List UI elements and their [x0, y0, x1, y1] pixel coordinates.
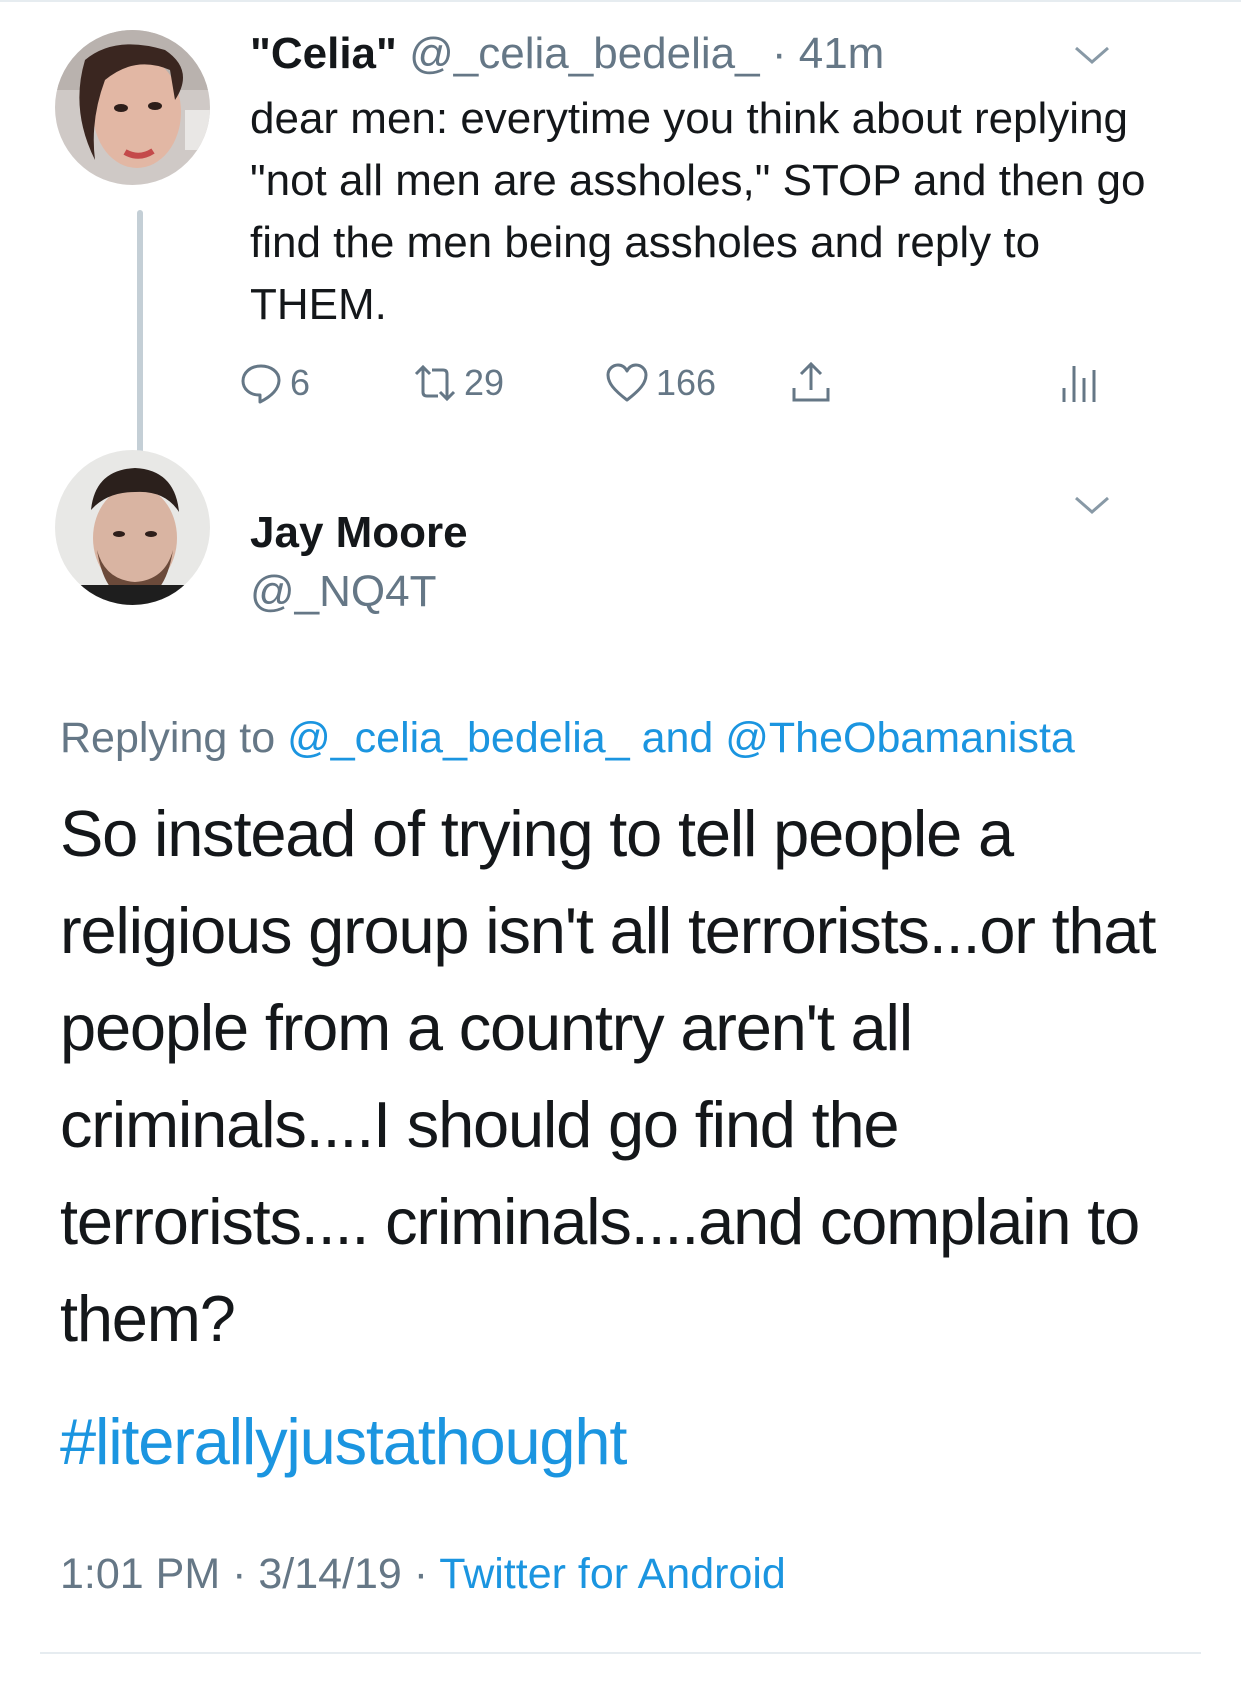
source-link[interactable]: Twitter for Android: [439, 1550, 786, 1598]
parent-separator: ·: [771, 29, 787, 78]
share-icon: [792, 361, 830, 402]
tweet-meta: 1:01 PM · 3/14/19 · Twitter for Android: [60, 1546, 786, 1602]
reply-count: 6: [290, 362, 311, 403]
reply-chevron-down-icon[interactable]: [1072, 490, 1112, 520]
tweet-date: 3/14/19: [258, 1550, 402, 1598]
analytics-icon: [1062, 366, 1096, 402]
top-divider: [0, 0, 1241, 2]
bottom-divider: [40, 1652, 1201, 1654]
replying-user-link-1[interactable]: @_celia_bedelia_: [287, 714, 630, 762]
replying-user-link-2[interactable]: @TheObamanista: [725, 714, 1075, 762]
parent-tweet-text: dear men: everytime you think about repl…: [250, 94, 1146, 329]
thread-connector-line: [137, 210, 143, 478]
meta-separator-2: ·: [413, 1550, 429, 1598]
like-count: 166: [656, 362, 717, 403]
parent-handle[interactable]: @_celia_bedelia_: [409, 29, 759, 78]
celia-avatar[interactable]: [55, 30, 210, 185]
parent-display-name[interactable]: "Celia": [250, 29, 397, 78]
retweet-count: 29: [464, 362, 505, 403]
analytics-button[interactable]: [1054, 360, 1106, 406]
share-button[interactable]: [788, 360, 840, 406]
reply-display-name[interactable]: Jay Moore: [250, 506, 468, 560]
parent-time[interactable]: 41m: [799, 29, 885, 78]
jay-avatar[interactable]: [55, 450, 210, 605]
reply-icon: [241, 364, 281, 404]
replying-and[interactable]: and: [642, 714, 714, 762]
meta-separator-1: ·: [232, 1550, 247, 1598]
hashtag-link[interactable]: #literallyjustathought: [60, 1402, 627, 1482]
replying-prefix: Replying to: [60, 714, 276, 762]
tweet-time: 1:01 PM: [60, 1550, 221, 1598]
retweet-button[interactable]: 29: [412, 360, 504, 406]
parent-action-bar: 6 29 166: [0, 360, 1241, 420]
parent-chevron-down-icon[interactable]: [1072, 40, 1112, 70]
retweet-icon: [414, 364, 456, 402]
reply-tweet-text: So instead of trying to tell people a re…: [60, 797, 1156, 1355]
replying-to-line: Replying to @_celia_bedelia_ and @TheOba…: [60, 710, 1075, 766]
like-button[interactable]: 166: [604, 360, 716, 406]
reply-handle[interactable]: @_NQ4T: [250, 565, 436, 619]
reply-button[interactable]: 6: [238, 360, 310, 406]
heart-icon: [606, 363, 648, 402]
parent-tweet-header: "Celia" @_celia_bedelia_ · 41m: [250, 28, 884, 80]
